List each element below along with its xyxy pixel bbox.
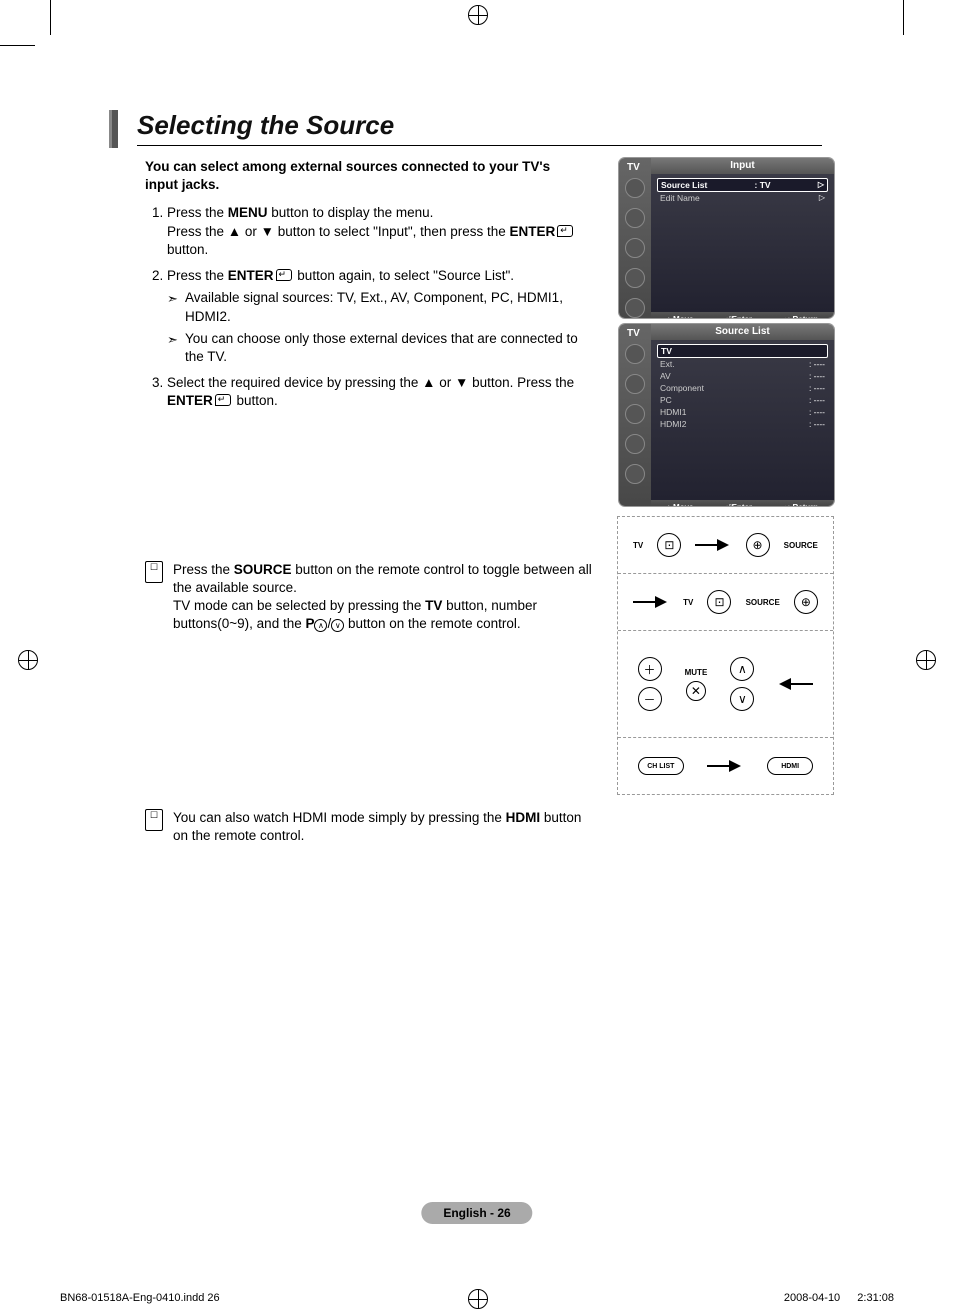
ch-up-button-icon: ∧ [730, 657, 754, 681]
registration-mark-icon [916, 650, 936, 670]
osd-sidebar-icons [619, 158, 651, 318]
ch-down-button-icon: ∨ [730, 687, 754, 711]
mute-button-icon: ✕ [686, 681, 706, 701]
registration-mark-icon [468, 5, 488, 25]
osd-row: HDMI1: ---- [657, 406, 828, 418]
osd-header: Input [651, 158, 834, 174]
osd-footer: ♦ Move ⏎Enter ↩ Return [651, 500, 834, 506]
intro-text: You can select among external sources co… [145, 158, 565, 194]
osd-input-menu: TV Input Source List : TV ▷ Edit Name ▷ … [619, 158, 834, 318]
callout-arrow-icon [633, 595, 669, 609]
tv-button-icon: ⊡ [707, 590, 731, 614]
title-underline [137, 145, 822, 146]
remote-source-label: SOURCE [746, 598, 780, 607]
step-1: Press the MENU button to display the men… [167, 204, 587, 259]
osd-icon [625, 434, 645, 454]
vol-down-button-icon: － [638, 687, 662, 711]
osd-row: HDMI2: ---- [657, 418, 828, 430]
osd-icon [625, 238, 645, 258]
osd-tv-label: TV [627, 162, 640, 173]
note-arrow-icon: ➣ [167, 331, 178, 349]
enter-icon [557, 225, 573, 237]
note-arrow-icon: ➣ [167, 290, 178, 308]
remote-diagram: TV ⊡ ⊕ SOURCE TV ⊡ SOURCE ⊕ ＋ － MUTE ✕ ∧ [617, 516, 834, 795]
osd-sidebar-icons [619, 324, 651, 506]
osd-icon [625, 464, 645, 484]
osd-header: Source List [651, 324, 834, 340]
osd-source-list: TV Source List TV Ext.: ---- AV: ---- Co… [619, 324, 834, 506]
enter-icon [276, 269, 292, 281]
callout-arrow-icon [707, 759, 743, 773]
osd-row: TV [657, 344, 828, 358]
osd-row: AV: ---- [657, 370, 828, 382]
down-circle-icon: ∨ [331, 619, 344, 632]
registration-mark-icon [18, 650, 38, 670]
step-2: Press the ENTER button again, to select … [167, 267, 587, 366]
remote-tv-label: TV [633, 541, 643, 550]
callout-arrow-icon [695, 538, 731, 552]
tv-button-icon: ⊡ [657, 533, 681, 557]
up-circle-icon: ∧ [314, 619, 327, 632]
vol-up-button-icon: ＋ [638, 657, 662, 681]
doc-meta-filename: BN68-01518A-Eng-0410.indd 26 [60, 1292, 220, 1304]
osd-icon [625, 344, 645, 364]
page-footer: English - 26 [421, 1202, 532, 1224]
crop-mark [0, 45, 35, 46]
enter-icon [215, 394, 231, 406]
osd-row: Ext.: ---- [657, 358, 828, 370]
chevron-right-icon: ▷ [819, 193, 825, 203]
remote-tv-label: TV [683, 598, 693, 607]
osd-row-edit-name: Edit Name ▷ [657, 192, 828, 204]
remote-source-label: SOURCE [784, 541, 818, 550]
osd-icon [625, 374, 645, 394]
source-button-icon: ⊕ [746, 533, 770, 557]
osd-row-source-list: Source List : TV ▷ [657, 178, 828, 192]
note-hdmi-button: ☐ You can also watch HDMI mode simply by… [145, 809, 593, 845]
osd-row: PC: ---- [657, 394, 828, 406]
step-3: Select the required device by pressing t… [167, 374, 587, 410]
remote-section-tv-source-2: TV ⊡ SOURCE ⊕ [618, 574, 833, 631]
remote-mute-label: MUTE [685, 668, 708, 677]
callout-arrow-icon [777, 677, 813, 691]
chlist-button-icon: CH LIST [638, 757, 684, 775]
source-button-icon: ⊕ [794, 590, 818, 614]
doc-meta-timestamp: 2008-04-10 2:31:08 [784, 1292, 894, 1304]
osd-icon [625, 298, 645, 318]
osd-icon [625, 178, 645, 198]
crop-mark [903, 0, 904, 35]
chevron-right-icon: ▷ [818, 180, 824, 190]
hdmi-button-icon: HDMI [767, 757, 813, 775]
remote-section-vol-ch: ＋ － MUTE ✕ ∧ ∨ [618, 631, 833, 738]
registration-mark-icon [468, 1289, 488, 1309]
remote-section-chlist-hdmi: CH LIST HDMI [618, 738, 833, 794]
osd-icon [625, 268, 645, 288]
page-title: Selecting the Source [137, 110, 815, 141]
osd-row: Component: ---- [657, 382, 828, 394]
osd-tv-label: TV [627, 328, 640, 339]
step-2-sub-2: ➣You can choose only those external devi… [185, 330, 587, 366]
steps-list: Press the MENU button to display the men… [145, 204, 587, 410]
note-source-button: ☐ Press the SOURCE button on the remote … [145, 561, 593, 634]
osd-footer: ♦ Move ⏎Enter ↩ Return [651, 312, 834, 318]
remote-note-icon: ☐ [145, 809, 163, 831]
crop-mark [50, 0, 51, 35]
remote-note-icon: ☐ [145, 561, 163, 583]
osd-icon [625, 208, 645, 228]
step-2-sub-1: ➣Available signal sources: TV, Ext., AV,… [185, 289, 587, 325]
remote-section-tv-source: TV ⊡ ⊕ SOURCE [618, 517, 833, 574]
osd-icon [625, 404, 645, 424]
